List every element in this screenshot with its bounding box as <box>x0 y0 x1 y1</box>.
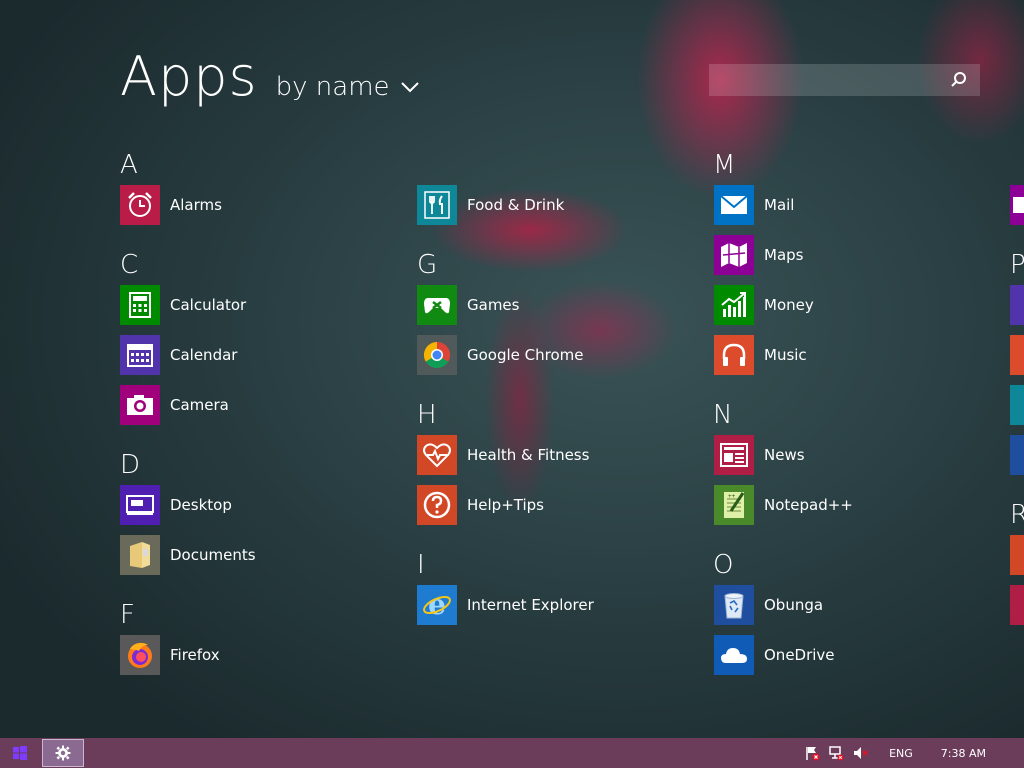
chart-up-icon <box>714 285 754 325</box>
app-label: Maps <box>764 246 804 264</box>
alarm-clock-icon <box>120 185 160 225</box>
group-header-h[interactable]: H <box>417 402 437 428</box>
app-camera[interactable]: Camera <box>120 385 229 425</box>
app-notepad-plus-plus[interactable]: ++ Notepad++ <box>714 485 853 525</box>
app-label: Health & Fitness <box>467 446 590 464</box>
app-internet-explorer[interactable]: e Internet Explorer <box>417 585 594 625</box>
partial-app-tile[interactable] <box>1010 285 1024 325</box>
app-mail[interactable]: Mail <box>714 185 794 225</box>
app-label: Music <box>764 346 807 364</box>
partial-app-tile[interactable] <box>1010 385 1024 425</box>
app-food-drink[interactable]: Food & Drink <box>417 185 564 225</box>
svg-text:e: e <box>428 590 446 620</box>
group-header-r[interactable]: R <box>1010 502 1024 528</box>
notepad-plus-icon: ++ <box>714 485 754 525</box>
desktop-icon <box>120 485 160 525</box>
group-header-i[interactable]: I <box>417 552 425 578</box>
group-header-n[interactable]: N <box>713 402 732 428</box>
app-onedrive[interactable]: OneDrive <box>714 635 835 675</box>
app-label: Help+Tips <box>467 496 544 514</box>
network-icon[interactable] <box>827 744 845 762</box>
app-money[interactable]: Money <box>714 285 814 325</box>
svg-text:++: ++ <box>728 493 736 500</box>
app-games[interactable]: Games <box>417 285 519 325</box>
taskbar-settings-app[interactable] <box>42 739 84 767</box>
question-icon <box>417 485 457 525</box>
app-calculator[interactable]: Calculator <box>120 285 246 325</box>
group-header-g[interactable]: G <box>417 252 437 278</box>
group-header-d[interactable]: D <box>120 452 140 478</box>
app-alarms[interactable]: Alarms <box>120 185 222 225</box>
firefox-icon <box>120 635 160 675</box>
partial-app-tile[interactable] <box>1010 585 1024 625</box>
app-firefox[interactable]: Firefox <box>120 635 220 675</box>
partial-app-tile[interactable] <box>1010 535 1024 575</box>
app-maps[interactable]: Maps <box>714 235 803 275</box>
app-news[interactable]: News <box>714 435 805 475</box>
taskbar: ENG 7:38 AM <box>0 738 1024 768</box>
group-header-p[interactable]: P <box>1010 252 1024 278</box>
app-obunga[interactable]: Obunga <box>714 585 823 625</box>
app-google-chrome[interactable]: Google Chrome <box>417 335 584 375</box>
headphones-icon <box>714 335 754 375</box>
app-label: Documents <box>170 546 256 564</box>
app-documents[interactable]: Documents <box>120 535 256 575</box>
envelope-icon <box>714 185 754 225</box>
app-label: Calendar <box>170 346 238 364</box>
folder-icon <box>120 535 160 575</box>
app-label: Desktop <box>170 496 232 514</box>
app-label: OneDrive <box>764 646 835 664</box>
fork-knife-icon <box>417 185 457 225</box>
group-header-c[interactable]: C <box>120 252 138 278</box>
app-label: News <box>764 446 805 464</box>
partial-app-tile[interactable] <box>1010 435 1024 475</box>
app-label: Camera <box>170 396 229 414</box>
app-calendar[interactable]: Calendar <box>120 335 237 375</box>
recycle-bin-icon <box>714 585 754 625</box>
app-label: Mail <box>764 196 795 214</box>
internet-explorer-icon: e <box>417 585 457 625</box>
volume-muted-icon[interactable] <box>851 744 869 762</box>
app-label: Alarms <box>170 196 222 214</box>
group-header-o[interactable]: O <box>713 552 733 578</box>
partial-app-tile[interactable] <box>1010 335 1024 375</box>
app-help-tips[interactable]: Help+Tips <box>417 485 544 525</box>
map-icon <box>714 235 754 275</box>
group-header-a[interactable]: A <box>120 152 138 178</box>
calculator-icon <box>120 285 160 325</box>
app-label: Food & Drink <box>467 196 565 214</box>
group-header-m[interactable]: M <box>713 152 735 178</box>
app-health-fitness[interactable]: Health & Fitness <box>417 435 589 475</box>
app-label: Obunga <box>764 596 824 614</box>
language-indicator[interactable]: ENG <box>889 747 913 760</box>
app-label: Firefox <box>170 646 220 664</box>
gear-icon <box>55 745 71 761</box>
calendar-icon <box>120 335 160 375</box>
windows-logo-icon <box>13 746 27 760</box>
chrome-icon <box>417 335 457 375</box>
taskbar-clock[interactable]: 7:38 AM <box>941 747 986 760</box>
app-music[interactable]: Music <box>714 335 807 375</box>
cloud-icon <box>714 635 754 675</box>
app-label: Internet Explorer <box>467 596 594 614</box>
partial-app-tile[interactable] <box>1010 185 1024 225</box>
system-tray: ENG 7:38 AM <box>803 738 1024 768</box>
app-label: Notepad++ <box>764 496 853 514</box>
apps-list: A Alarms C Calculator Calendar Camera D … <box>0 0 1024 738</box>
app-desktop[interactable]: Desktop <box>120 485 232 525</box>
camera-icon <box>120 385 160 425</box>
app-label: Money <box>764 296 814 314</box>
action-center-flag-icon[interactable] <box>803 744 821 762</box>
gamepad-icon <box>417 285 457 325</box>
start-button[interactable] <box>0 738 40 768</box>
app-label: Google Chrome <box>467 346 584 364</box>
group-header-f[interactable]: F <box>120 602 135 628</box>
heart-pulse-icon <box>417 435 457 475</box>
app-label: Calculator <box>170 296 247 314</box>
newspaper-icon <box>714 435 754 475</box>
app-label: Games <box>467 296 520 314</box>
